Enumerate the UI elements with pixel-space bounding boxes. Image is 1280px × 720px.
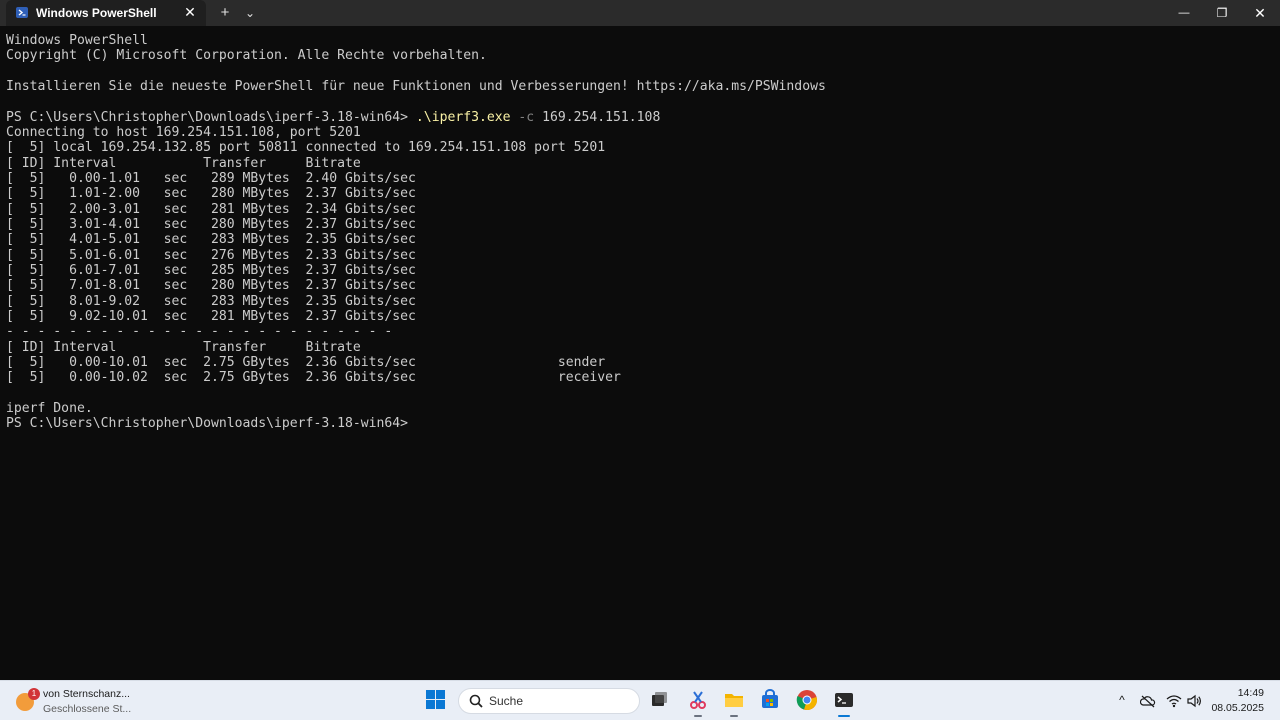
terminal-line: [ ID] Interval Transfer Bitrate <box>6 155 361 171</box>
search-placeholder: Suche <box>489 694 524 708</box>
terminal-line: [ 5] 2.00-3.01 sec 281 MBytes 2.34 Gbits… <box>6 201 416 217</box>
restore-button[interactable]: ❐ <box>1203 0 1241 26</box>
terminal-output[interactable]: Windows PowerShell Copyright (C) Microso… <box>6 33 1274 673</box>
terminal-line: [ 5] 6.01-7.01 sec 285 MBytes 2.37 Gbits… <box>6 262 416 278</box>
minimize-button[interactable]: — <box>1165 0 1203 26</box>
terminal-line: [ 5] 4.01-5.01 sec 283 MBytes 2.35 Gbits… <box>6 232 416 248</box>
terminal-line: [ 5] 5.01-6.01 sec 276 MBytes 2.33 Gbits… <box>6 247 416 263</box>
windows-start-icon[interactable] <box>426 690 446 710</box>
terminal-line: Windows PowerShell <box>6 33 148 48</box>
active-indicator <box>838 715 850 717</box>
snipping-tool-icon[interactable] <box>687 689 709 717</box>
running-indicator <box>730 715 738 717</box>
command-line: PS C:\Users\Christopher\Downloads\iperf-… <box>6 110 1274 125</box>
command-argument: 169.254.151.108 <box>542 109 661 125</box>
terminal-line: - - - - - - - - - - - - - - - - - - - - … <box>6 324 393 340</box>
terminal-line: Installieren Sie die neueste PowerShell … <box>6 78 826 94</box>
volume-icon[interactable] <box>1186 693 1202 709</box>
widget-subtitle: Geschlossene St... <box>43 703 132 715</box>
terminal-line: [ 5] 3.01-4.01 sec 280 MBytes 2.37 Gbits… <box>6 216 416 232</box>
prompt: PS C:\Users\Christopher\Downloads\iperf-… <box>6 109 416 125</box>
terminal-icon[interactable] <box>833 689 855 717</box>
terminal-line: iperf Done. <box>6 400 93 416</box>
onedrive-icon[interactable] <box>1139 693 1156 709</box>
clock-date[interactable]: 08.05.2025 <box>1211 702 1264 714</box>
task-view-icon[interactable] <box>648 689 670 711</box>
wifi-icon[interactable] <box>1166 693 1182 709</box>
command-flag: -c <box>510 109 543 125</box>
search-box[interactable]: Suche <box>458 688 640 714</box>
file-explorer-icon[interactable] <box>723 689 745 717</box>
terminal-line: [ 5] 1.01-2.00 sec 280 MBytes 2.37 Gbits… <box>6 186 416 202</box>
search-icon <box>469 694 483 708</box>
close-button[interactable]: ✕ <box>1241 0 1279 26</box>
microsoft-store-icon[interactable] <box>759 689 781 711</box>
terminal-line: [ 5] local 169.254.132.85 port 50811 con… <box>6 140 606 156</box>
tab-powershell[interactable]: Windows PowerShell ✕ <box>6 0 206 26</box>
terminal-line: [ 5] 0.00-10.01 sec 2.75 GBytes 2.36 Gbi… <box>6 354 606 370</box>
tab-close-icon[interactable]: ✕ <box>182 4 198 20</box>
notification-badge: 1 <box>28 688 40 700</box>
command: .\iperf3.exe <box>415 109 511 125</box>
terminal-line: [ 5] 8.01-9.02 sec 283 MBytes 2.35 Gbits… <box>6 293 416 309</box>
terminal-line: [ 5] 7.01-8.01 sec 280 MBytes 2.37 Gbits… <box>6 278 416 294</box>
widget-title: von Sternschanz... <box>43 688 130 700</box>
clock-time[interactable]: 14:49 <box>1238 687 1264 699</box>
terminal-line: Copyright (C) Microsoft Corporation. All… <box>6 48 487 64</box>
tab-title: Windows PowerShell <box>36 6 157 20</box>
terminal-line: PS C:\Users\Christopher\Downloads\iperf-… <box>6 416 409 432</box>
new-tab-button[interactable]: + <box>215 3 235 23</box>
terminal-line: [ 5] 0.00-10.02 sec 2.75 GBytes 2.36 Gbi… <box>6 370 621 386</box>
running-indicator <box>694 715 702 717</box>
chrome-icon[interactable] <box>796 689 818 711</box>
tab-dropdown-button[interactable]: ⌄ <box>240 3 260 23</box>
news-widget[interactable]: 1 von Sternschanz... Geschlossene St... <box>14 685 134 717</box>
powershell-icon <box>16 7 28 18</box>
terminal-line: [ 5] 9.02-10.01 sec 281 MBytes 2.37 Gbit… <box>6 308 416 324</box>
terminal-line: [ ID] Interval Transfer Bitrate <box>6 339 361 355</box>
taskbar: 1 von Sternschanz... Geschlossene St... … <box>0 680 1280 720</box>
terminal-line: [ 5] 0.00-1.01 sec 289 MBytes 2.40 Gbits… <box>6 170 416 186</box>
title-bar: Windows PowerShell ✕ + ⌄ — ❐ ✕ <box>0 0 1280 26</box>
terminal-line: Connecting to host 169.254.151.108, port… <box>6 124 361 140</box>
show-hidden-icons-chevron-icon[interactable]: ^ <box>1115 693 1129 707</box>
